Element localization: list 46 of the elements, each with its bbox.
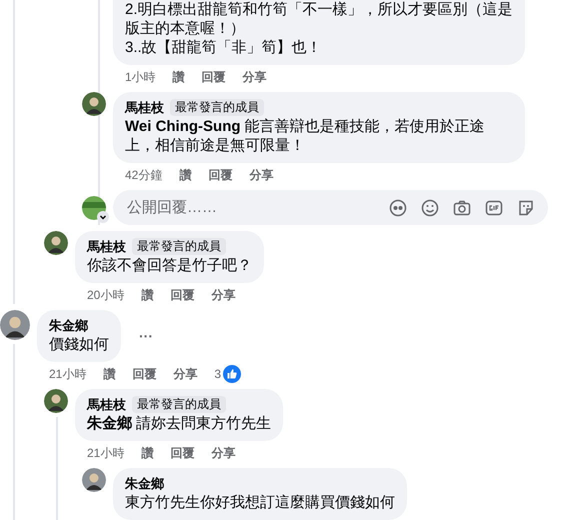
- author-name[interactable]: 馬桂枝: [87, 238, 126, 255]
- timestamp[interactable]: 1小時: [125, 69, 156, 85]
- action-link[interactable]: 讚: [179, 167, 192, 183]
- action-link[interactable]: 分享: [211, 287, 236, 303]
- comment-text: Wei Ching-Sung 能言善辯也是種技能，若使用於正途上，相信前途是無可限量！: [125, 117, 486, 155]
- action-link[interactable]: 分享: [242, 69, 267, 85]
- avatar[interactable]: [44, 389, 68, 413]
- timestamp[interactable]: 20小時: [87, 287, 124, 303]
- avatar[interactable]: [82, 468, 106, 492]
- action-link[interactable]: 讚: [172, 69, 185, 85]
- avatar[interactable]: [44, 231, 68, 255]
- action-link[interactable]: 回覆: [170, 287, 194, 303]
- author-name[interactable]: 馬桂枝: [87, 396, 126, 413]
- comment-text: 你該不會回答是竹子吧？: [87, 256, 252, 275]
- comment-text: 朱金鄉 請妳去問東方竹先生: [87, 414, 272, 433]
- comment-text: 價錢如何: [49, 335, 109, 354]
- action-link[interactable]: 分享: [211, 445, 236, 461]
- action-link[interactable]: 讚: [103, 366, 116, 382]
- author-name[interactable]: 馬桂枝: [125, 99, 164, 116]
- reply-field[interactable]: 公開回覆……: [113, 190, 548, 225]
- avatar[interactable]: [82, 92, 106, 116]
- comment-text: 東方竹先生你好我想訂這麼購買價錢如何: [125, 493, 395, 512]
- member-badge: 最常發言的成員: [170, 99, 264, 116]
- member-badge: 最常發言的成員: [132, 238, 226, 255]
- thumbs-up-icon: [223, 365, 242, 383]
- action-link[interactable]: 讚: [141, 445, 154, 461]
- action-link[interactable]: 分享: [173, 366, 198, 382]
- author-name[interactable]: 朱金鄉: [125, 475, 164, 492]
- action-link[interactable]: 讚: [141, 287, 154, 303]
- action-link[interactable]: 回覆: [202, 69, 226, 85]
- emoji-icon[interactable]: [420, 198, 440, 218]
- timestamp[interactable]: 21小時: [87, 445, 124, 461]
- timestamp[interactable]: 21小時: [49, 366, 86, 382]
- comment-text: 2.明白標出甜龍筍和竹筍「不一樣」，所以才要區別（這是版主的本意喔！） 3..故【甜龍筍「非」筍】也！: [125, 0, 513, 57]
- more-options-button[interactable]: ···: [139, 328, 153, 344]
- like-count: 3: [214, 366, 222, 382]
- author-name[interactable]: 朱金鄉: [49, 317, 88, 334]
- reply-input[interactable]: 公開回覆……: [125, 198, 376, 217]
- action-link[interactable]: 回覆: [170, 445, 194, 461]
- member-badge: 最常發言的成員: [132, 396, 226, 413]
- action-link[interactable]: 分享: [249, 167, 274, 183]
- avatar[interactable]: [0, 310, 30, 340]
- action-link[interactable]: 回覆: [132, 366, 156, 382]
- action-link[interactable]: 回覆: [208, 167, 232, 183]
- timestamp[interactable]: 42分鐘: [125, 167, 162, 183]
- chevron-down-icon[interactable]: [97, 210, 109, 222]
